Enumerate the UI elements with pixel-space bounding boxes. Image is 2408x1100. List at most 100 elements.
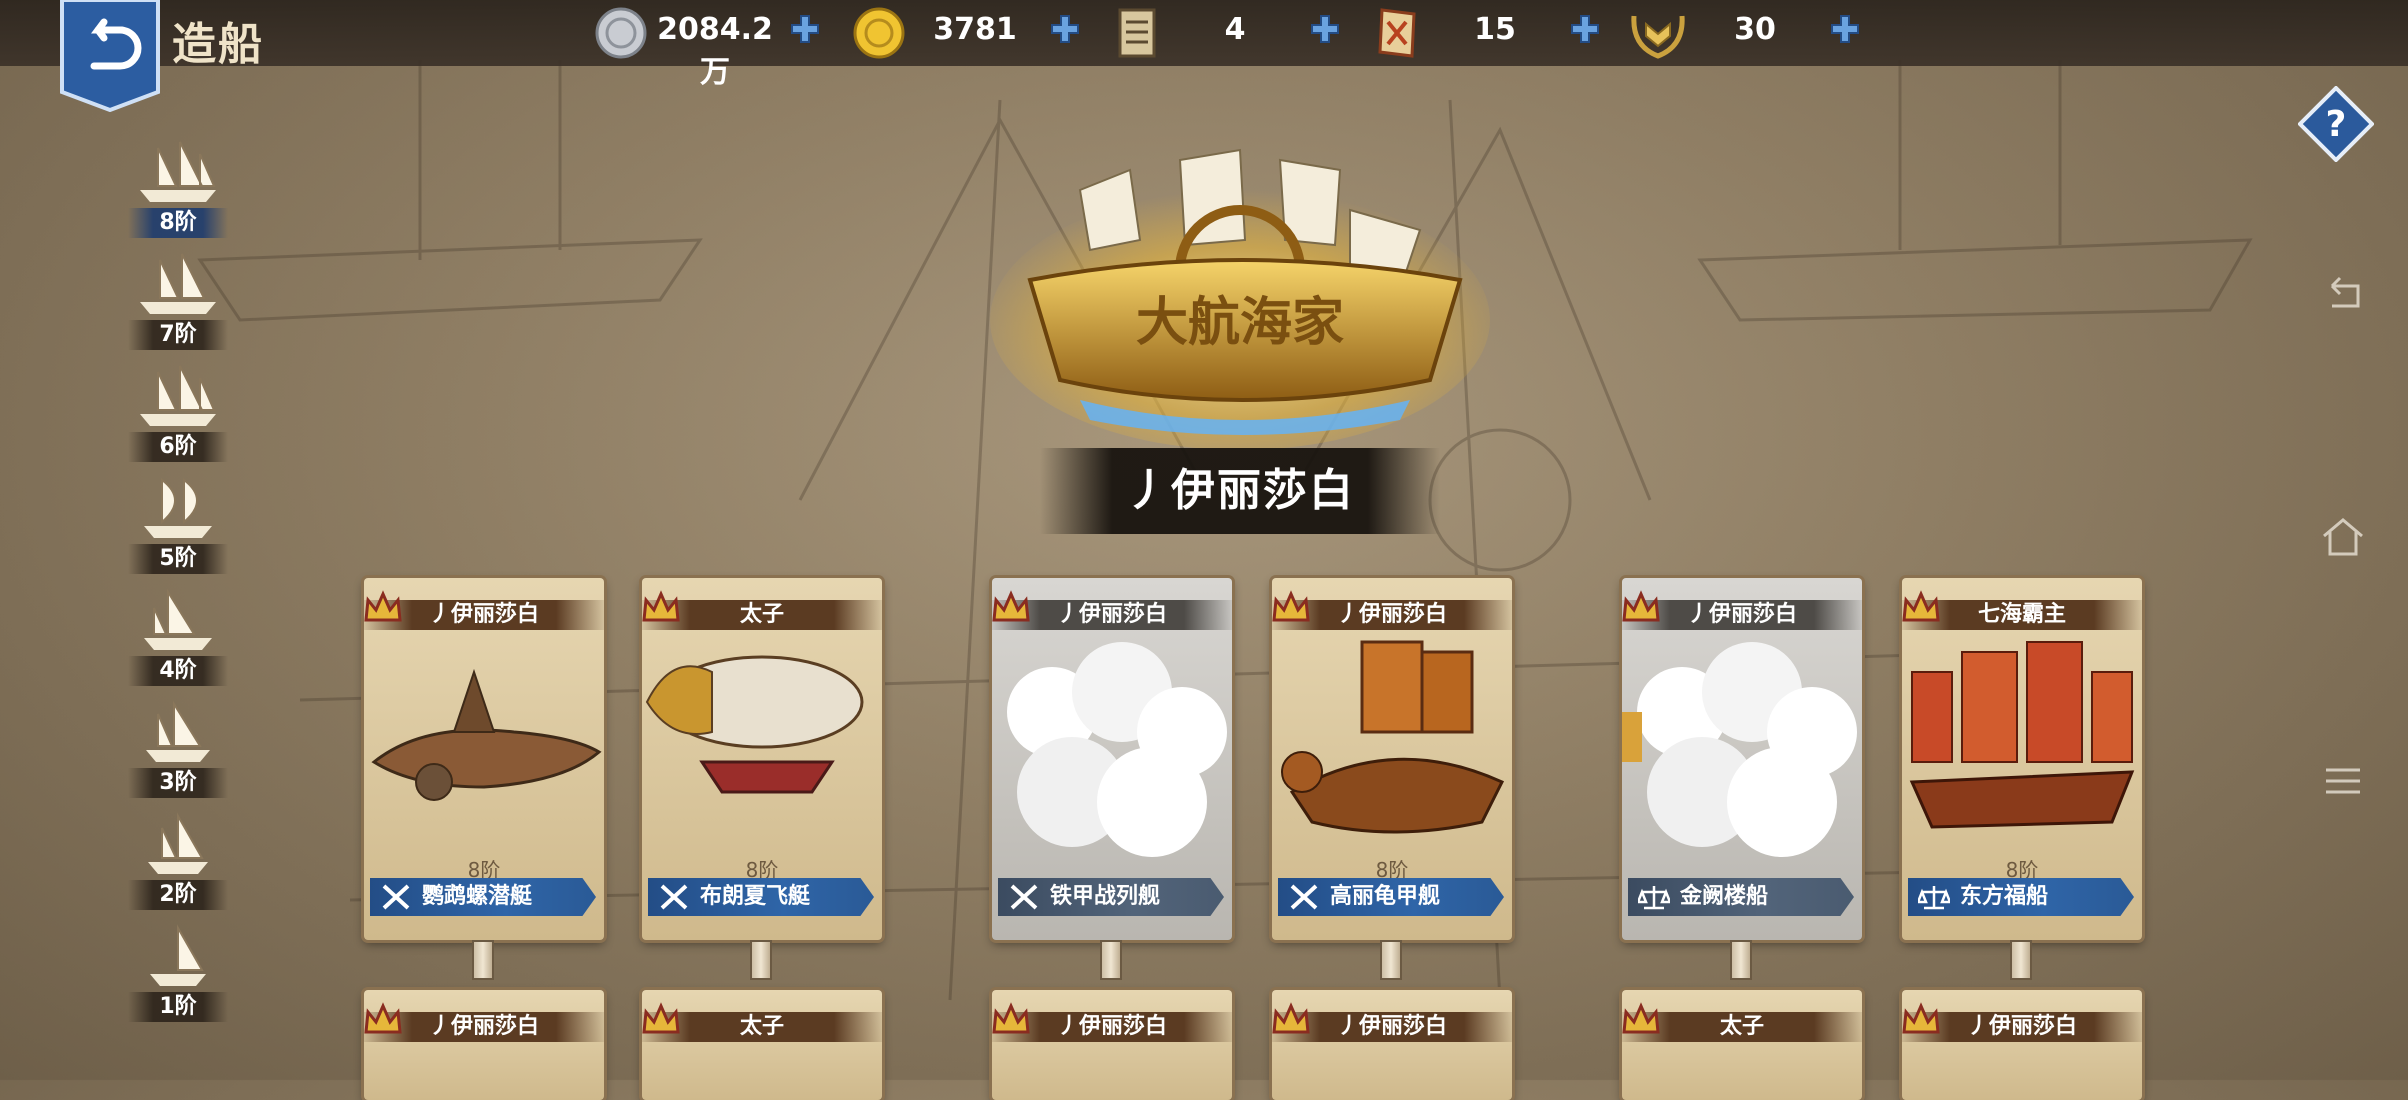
back-button[interactable] (58, 0, 162, 112)
tier-4-button[interactable]: 4阶 (128, 582, 228, 686)
tier-label: 8阶 (128, 208, 228, 238)
ship-tier-icon (144, 588, 212, 650)
card-ship-name-bar: 高丽龟甲舰 (1278, 878, 1504, 916)
cloud-locked-image (1622, 642, 1857, 857)
scale-icon (1638, 886, 1670, 910)
tier-3-button[interactable]: 3阶 (128, 694, 228, 798)
crown-icon (1272, 1002, 1310, 1034)
card-ship-name-bar: 铁甲战列舰 (998, 878, 1224, 916)
ship-tier-icon (140, 141, 216, 202)
help-question-icon[interactable]: ? (2298, 86, 2374, 162)
gold-coin-icon (853, 7, 905, 59)
card-post (750, 940, 772, 980)
ship-card-fujian-ship[interactable]: 七海霸主 8阶 东方福船 (1902, 578, 2142, 940)
ship-tier-icon (144, 477, 212, 538)
tier-label: 5阶 (128, 544, 228, 574)
blueprint-icon (1378, 8, 1416, 58)
add-scroll-plus-icon[interactable] (1310, 14, 1340, 44)
crossed-swords-icon (660, 884, 688, 910)
ship-tier-icon (140, 365, 216, 426)
tier-label: 1阶 (128, 992, 228, 1022)
ship-card-airship[interactable]: 太子 8阶 布朗夏飞艇 (642, 578, 882, 940)
scroll-icon (1118, 8, 1156, 58)
navigator-emblem: 大航海家 (990, 148, 1490, 450)
crown-icon (992, 1002, 1030, 1034)
crossed-swords-icon (1010, 884, 1038, 910)
card-post (472, 940, 494, 980)
card-ship-name-bar: 东方福船 (1908, 878, 2134, 916)
junk-ship-image (1909, 641, 2135, 829)
card-post (1730, 940, 1752, 980)
crown-icon (642, 1002, 680, 1034)
card-ship-name: 鹦鹉螺潜艇 (422, 884, 533, 909)
turtle-ship-image (1281, 640, 1505, 834)
crown-icon (1902, 590, 1940, 622)
tier-label: 6阶 (128, 432, 228, 462)
cloud-locked-image (1007, 642, 1227, 857)
tier-6-button[interactable]: 6阶 (128, 358, 228, 462)
card-post (2010, 940, 2032, 980)
tier-label: 4阶 (128, 656, 228, 686)
submarine-image (371, 668, 602, 801)
emblem-text: 大航海家 (1136, 292, 1344, 353)
card-ship-name: 东方福船 (1960, 884, 2049, 909)
return-icon[interactable] (2318, 272, 2368, 322)
ship-tier-icon (140, 253, 216, 314)
airship-image (645, 655, 864, 794)
ship-card-row2[interactable]: 丿伊丽莎白 (1272, 990, 1512, 1100)
silver-value: 2084.2万 (657, 12, 773, 90)
card-ship-name: 金阙楼船 (1680, 884, 1769, 909)
crown-icon (992, 590, 1030, 622)
card-ship-name-bar: 布朗夏飞艇 (648, 878, 874, 916)
crown-icon (1622, 1002, 1660, 1034)
ship-card-row2[interactable]: 太子 (642, 990, 882, 1100)
gold-value: 3781 (933, 12, 1017, 47)
scroll-value: 4 (1224, 12, 1246, 47)
tier-label: 2阶 (128, 880, 228, 910)
hero-ship-name: 丿伊丽莎白 (1040, 448, 1440, 534)
ship-card-ironclad[interactable]: 丿伊丽莎白 铁甲战列舰 (992, 578, 1232, 940)
medal-icon (1631, 15, 1685, 59)
ship-tier-icon (150, 924, 206, 986)
crown-icon (364, 590, 402, 622)
crown-icon (364, 1002, 402, 1034)
crown-icon (642, 590, 680, 622)
home-icon[interactable] (2318, 512, 2368, 562)
blueprint-value: 15 (1474, 12, 1516, 47)
tier-label: 3阶 (128, 768, 228, 798)
card-ship-name: 布朗夏飞艇 (700, 884, 811, 909)
ship-card-row2[interactable]: 丿伊丽莎白 (1902, 990, 2142, 1100)
svg-text:?: ? (2326, 104, 2347, 145)
tier-1-button[interactable]: 1阶 (128, 918, 228, 1022)
card-ship-name: 高丽龟甲舰 (1330, 884, 1441, 909)
tier-2-button[interactable]: 2阶 (128, 806, 228, 910)
tier-5-button[interactable]: 5阶 (128, 470, 228, 574)
ship-card-nautilus[interactable]: 丿伊丽莎白 8阶 鹦鹉螺潜艇 (364, 578, 604, 940)
card-post (1100, 940, 1122, 980)
crown-icon (1272, 590, 1310, 622)
ship-card-turtle[interactable]: 丿伊丽莎白 8阶 高丽龟甲舰 (1272, 578, 1512, 940)
tier-7-button[interactable]: 7阶 (128, 246, 228, 350)
crown-icon (1902, 1002, 1940, 1034)
page-title: 造船 (172, 19, 264, 70)
add-gold-plus-icon[interactable] (1050, 14, 1080, 44)
tier-label: 7阶 (128, 320, 228, 350)
card-ship-name-bar: 鹦鹉螺潜艇 (370, 878, 596, 916)
add-silver-plus-icon[interactable] (790, 14, 820, 44)
add-blueprint-plus-icon[interactable] (1570, 14, 1600, 44)
scale-icon (1918, 886, 1950, 910)
ship-card-row2[interactable]: 丿伊丽莎白 (992, 990, 1232, 1100)
tier-8-button[interactable]: 8阶 (128, 134, 228, 238)
card-ship-name-bar: 金阙楼船 (1628, 878, 1854, 916)
ship-card-row2[interactable]: 丿伊丽莎白 (364, 990, 604, 1100)
card-ship-name: 铁甲战列舰 (1050, 884, 1161, 909)
menu-icon[interactable] (2318, 756, 2368, 806)
silver-coin-icon (595, 7, 647, 59)
medal-value: 30 (1734, 12, 1776, 47)
add-medal-plus-icon[interactable] (1830, 14, 1860, 44)
ship-card-golden-tower[interactable]: 丿伊丽莎白 金阙楼船 (1622, 578, 1862, 940)
ship-card-row2[interactable]: 太子 (1622, 990, 1862, 1100)
crossed-swords-icon (382, 884, 410, 910)
crossed-swords-icon (1290, 884, 1318, 910)
ship-tier-icon (148, 812, 208, 874)
